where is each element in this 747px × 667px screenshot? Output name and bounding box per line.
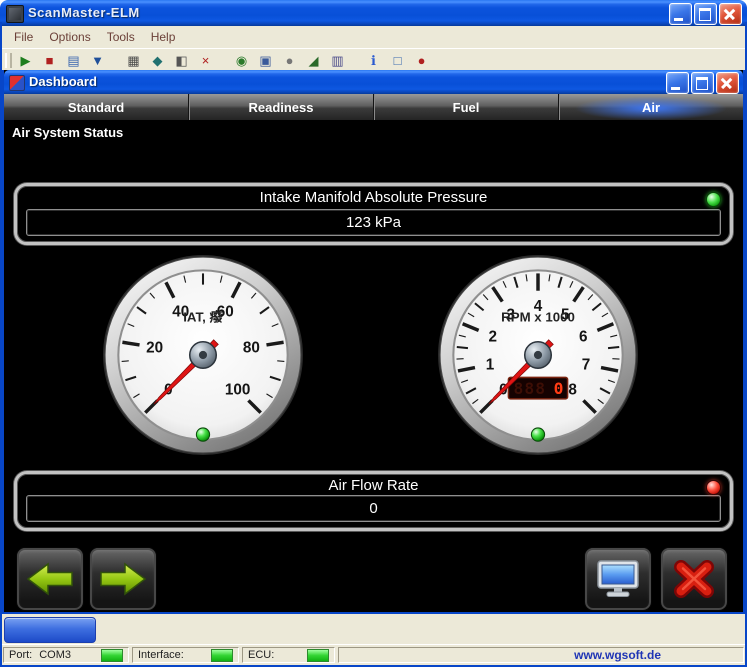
menubar: File Options Tools Help (2, 26, 745, 48)
status-website-panel: www.wgsoft.de (338, 647, 744, 663)
svg-text:2: 2 (489, 328, 498, 345)
tab-air[interactable]: Air (558, 94, 743, 120)
status-interface-panel: Interface: (132, 647, 239, 663)
graph-icon[interactable]: ◢ (305, 52, 322, 69)
partial-button[interactable] (4, 617, 96, 643)
dashboard-area: Intake Manifold Absolute Pressure 123 kP… (4, 145, 743, 612)
freeze-frame-icon[interactable]: ▣ (257, 52, 274, 69)
status-bar: Port: COM3 Interface: ECU: www.wgsoft.de (0, 644, 747, 665)
svg-text:6: 6 (579, 328, 588, 345)
svg-text:1: 1 (486, 357, 495, 374)
app-chip-icon (6, 5, 24, 23)
tab-bar: Standard Readiness Fuel Air (4, 94, 743, 120)
dashboard-minimize-button[interactable] (666, 72, 689, 94)
map-display-value: 123 kPa (26, 209, 721, 236)
rpm-lcd-ghost-digits: 888 (514, 379, 547, 398)
rpm-lcd-value: 0 (554, 379, 564, 398)
table-icon[interactable]: ▥ (329, 52, 346, 69)
disconnect-icon[interactable]: ■ (41, 52, 58, 69)
maximize-button[interactable] (694, 3, 717, 25)
live-data-icon[interactable]: ◉ (233, 52, 250, 69)
map-status-led-icon (706, 192, 721, 207)
menu-help[interactable]: Help (143, 28, 184, 46)
interface-status-led-icon (211, 649, 233, 662)
previous-page-button[interactable] (16, 547, 84, 611)
status-ecu-panel: ECU: (242, 647, 335, 663)
print-icon[interactable]: ▦ (125, 52, 142, 69)
port-status-led-icon (101, 649, 123, 662)
exit-icon[interactable]: ● (413, 52, 430, 69)
rpm-gauge: 012345678 RPM x 1000 888 0 (436, 253, 640, 457)
menu-file[interactable]: File (6, 28, 41, 46)
settings-icon[interactable]: ◆ (149, 52, 166, 69)
close-button[interactable] (719, 3, 742, 25)
minimize-button[interactable] (669, 3, 692, 25)
monitor-icon (595, 559, 641, 599)
tab-readiness[interactable]: Readiness (188, 94, 373, 120)
close-x-icon (671, 559, 717, 599)
bottom-strip (0, 614, 747, 644)
window-border-left (0, 22, 2, 667)
save-log-icon[interactable]: ▼ (89, 52, 106, 69)
airflow-display-value: 0 (26, 495, 721, 522)
interface-label: Interface: (138, 649, 184, 661)
map-display-label: Intake Manifold Absolute Pressure (17, 189, 730, 206)
dashboard-title: Dashboard (29, 74, 97, 89)
ecu-status-led-icon (307, 649, 329, 662)
iat-gauge-label: IAT, 癈 (183, 308, 223, 324)
svg-text:20: 20 (146, 339, 163, 356)
port-label: Port: (9, 649, 32, 661)
svg-text:7: 7 (582, 357, 591, 374)
dashboard-titlebar[interactable]: Dashboard (4, 70, 743, 94)
airflow-status-led-icon (706, 480, 721, 495)
menu-tools[interactable]: Tools (99, 28, 143, 46)
close-dashboard-button[interactable] (660, 547, 728, 611)
status-port-panel: Port: COM3 (3, 647, 129, 663)
website-link[interactable]: www.wgsoft.de (574, 648, 661, 662)
scanmaster-window: ScanMaster-ELM File Options Tools Help ▶… (0, 0, 747, 667)
toolbar-grip[interactable] (5, 53, 12, 68)
svg-text:8: 8 (568, 382, 577, 399)
ecu-label: ECU: (248, 649, 274, 661)
iat-gauge-led-icon (196, 428, 209, 441)
section-title: Air System Status (4, 120, 743, 146)
display-settings-button[interactable] (584, 547, 652, 611)
port-value: COM3 (39, 649, 71, 661)
monitor-icon[interactable]: □ (389, 52, 406, 69)
airflow-display-label: Air Flow Rate (17, 477, 730, 494)
rpm-gauge-led-icon (531, 428, 544, 441)
airflow-display-panel: Air Flow Rate 0 (14, 471, 733, 531)
read-codes-icon[interactable]: ◧ (173, 52, 190, 69)
right-arrow-icon (100, 559, 146, 599)
left-arrow-icon (27, 559, 73, 599)
dashboard-maximize-button[interactable] (691, 72, 714, 94)
tab-fuel[interactable]: Fuel (373, 94, 558, 120)
svg-text:100: 100 (225, 382, 251, 399)
map-display-panel: Intake Manifold Absolute Pressure 123 kP… (14, 183, 733, 245)
rpm-lcd-display: 888 0 (508, 377, 567, 398)
dtc-lookup-icon[interactable]: ● (281, 52, 298, 69)
dashboard-window: Dashboard Standard Readiness Fuel Air Ai… (2, 70, 745, 614)
toolbar-icons: ▶ ■ ▤ ▼ ▦ ◆ ◧ × ◉ ▣ ● ◢ ▥ ℹ □ ● (17, 52, 430, 69)
menu-options[interactable]: Options (41, 28, 98, 46)
next-page-button[interactable] (89, 547, 157, 611)
tab-standard[interactable]: Standard (4, 94, 188, 120)
main-titlebar[interactable]: ScanMaster-ELM (0, 0, 747, 26)
main-window-title: ScanMaster-ELM (28, 5, 140, 20)
iat-gauge: 020406080100 IAT, 癈 (101, 253, 305, 457)
clear-codes-icon[interactable]: × (197, 52, 214, 69)
connect-icon[interactable]: ▶ (17, 52, 34, 69)
info-icon[interactable]: ℹ (365, 52, 382, 69)
rpm-gauge-label: RPM x 1000 (501, 309, 575, 324)
dashboard-close-button[interactable] (716, 72, 739, 94)
toolbar: ▶ ■ ▤ ▼ ▦ ◆ ◧ × ◉ ▣ ● ◢ ▥ ℹ □ ● (2, 48, 745, 71)
svg-text:80: 80 (243, 339, 260, 356)
open-log-icon[interactable]: ▤ (65, 52, 82, 69)
dashboard-logo-icon (9, 75, 25, 91)
